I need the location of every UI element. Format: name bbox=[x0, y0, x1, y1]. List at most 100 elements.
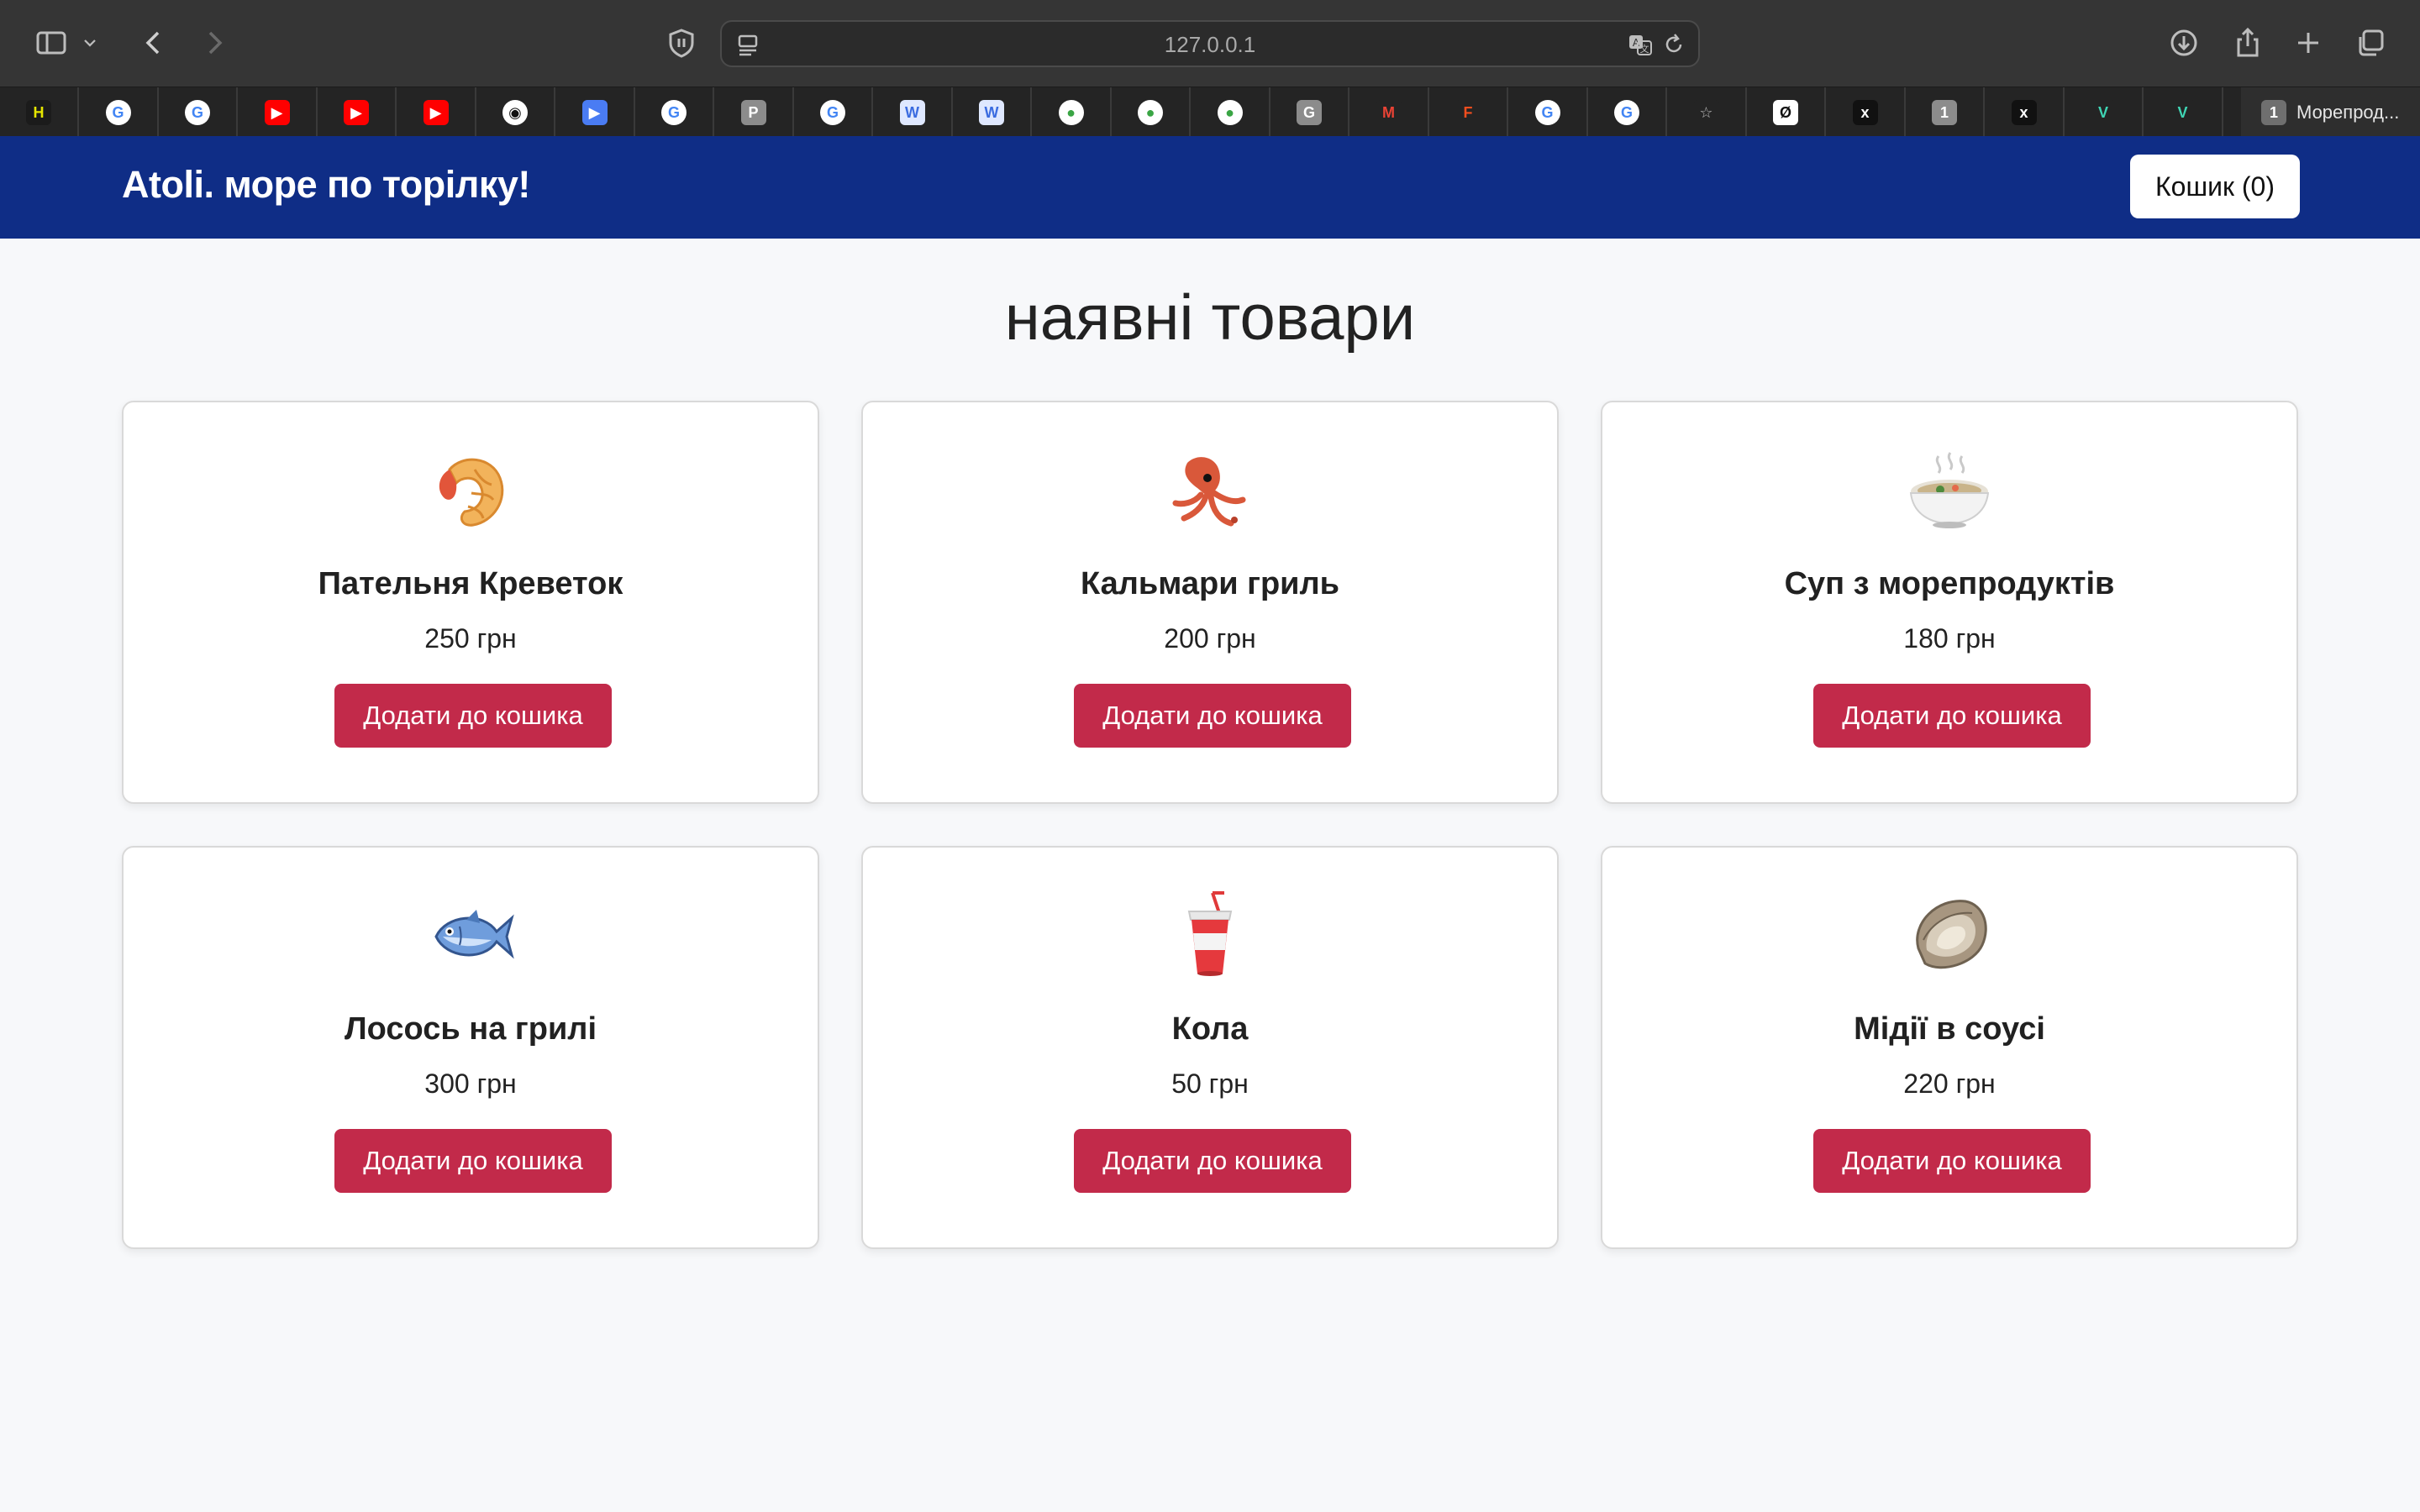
browser-tab[interactable]: ● bbox=[1112, 87, 1191, 137]
url-text[interactable]: 127.0.0.1 bbox=[722, 32, 1698, 58]
browser-tab[interactable]: V bbox=[2144, 87, 2223, 137]
product-name: Суп з морепродуктів bbox=[1784, 566, 2115, 601]
null-icon: Ø bbox=[1773, 99, 1798, 125]
shrimp-icon bbox=[124, 444, 818, 537]
sidebar-toggle-icon[interactable] bbox=[30, 22, 72, 64]
browser-tab[interactable]: G bbox=[80, 87, 159, 137]
svg-text:文: 文 bbox=[1640, 43, 1649, 55]
add-to-cart-button[interactable]: Додати до кошика bbox=[334, 684, 612, 748]
active-tab[interactable]: 1 Морепрод... bbox=[2241, 87, 2420, 137]
product-name: Мідії в соусі bbox=[1854, 1011, 2045, 1047]
product-price: 250 грн bbox=[424, 623, 517, 654]
browser-tab[interactable]: M bbox=[1350, 87, 1429, 137]
browser-tab[interactable]: W bbox=[953, 87, 1032, 137]
media-play-icon: ● bbox=[1138, 99, 1163, 125]
product-name: Кола bbox=[1171, 1011, 1249, 1047]
media-play-icon: ● bbox=[1058, 99, 1084, 125]
youtube-icon: ▶ bbox=[264, 99, 290, 125]
product-card: Мідії в соусі 220 грн Додати до кошика bbox=[1601, 846, 2298, 1249]
youtube-icon: ▶ bbox=[423, 99, 449, 125]
browser-tab[interactable]: ▶ bbox=[318, 87, 397, 137]
browser-tab[interactable]: W bbox=[874, 87, 953, 137]
browser-tab[interactable]: G bbox=[635, 87, 714, 137]
reload-icon[interactable] bbox=[1660, 30, 1688, 59]
browser-tab[interactable]: x bbox=[1827, 87, 1906, 137]
w-icon: W bbox=[979, 99, 1004, 125]
page-title: наявні товари bbox=[1004, 282, 1416, 354]
product-card: Кальмари гриль 200 грн Додати до кошика bbox=[861, 401, 1559, 804]
browser-tab[interactable]: ● bbox=[1192, 87, 1270, 137]
add-to-cart-button[interactable]: Додати до кошика bbox=[1074, 684, 1351, 748]
share-icon[interactable] bbox=[2227, 22, 2269, 64]
google-icon: G bbox=[185, 99, 210, 125]
soup-bowl-icon bbox=[1602, 444, 2296, 537]
google-icon: G bbox=[661, 99, 687, 125]
browser-tab[interactable]: ◉ bbox=[476, 87, 555, 137]
product-price: 300 грн bbox=[424, 1068, 517, 1099]
x-icon: x bbox=[1852, 99, 1878, 125]
google-icon: G bbox=[1534, 99, 1560, 125]
browser-tab[interactable]: G bbox=[1270, 87, 1349, 137]
browser-tab[interactable]: V bbox=[2065, 87, 2144, 137]
chevron-down-icon[interactable] bbox=[77, 22, 103, 64]
play-store-icon: ▶ bbox=[581, 99, 608, 125]
shield-icon[interactable] bbox=[660, 22, 702, 64]
browser-tab[interactable]: ☆ bbox=[1668, 87, 1747, 137]
product-name: Кальмари гриль bbox=[1080, 566, 1340, 601]
google-icon: G bbox=[105, 99, 131, 125]
tab-strip: H G G ▶ ▶ ▶ ◉ ▶ G P G W W ● ● ● G M F G G ☆ Øx 1 x V V 1 Морепрод... bbox=[0, 87, 2420, 137]
oyster-icon bbox=[1602, 890, 2296, 982]
cart-button[interactable]: Кошик (0) bbox=[2130, 155, 2300, 218]
browser-tab[interactable]: ▶ bbox=[397, 87, 476, 137]
active-tab-title: Морепрод... bbox=[2296, 101, 2400, 123]
g-gray-icon: G bbox=[1297, 99, 1322, 125]
product-card: Пательня Креветок 250 грн Додати до кошика bbox=[122, 401, 819, 804]
browser-tab[interactable]: ● bbox=[1033, 87, 1112, 137]
product-card: Кола 50 грн Додати до кошика bbox=[861, 846, 1559, 1249]
browser-tab[interactable]: P bbox=[715, 87, 794, 137]
youtube-icon: ▶ bbox=[344, 99, 369, 125]
browser-tab[interactable]: ▶ bbox=[239, 87, 318, 137]
add-to-cart-button[interactable]: Додати до кошика bbox=[1813, 1129, 2091, 1193]
google-icon: G bbox=[820, 99, 845, 125]
new-tab-icon[interactable] bbox=[2287, 22, 2329, 64]
one-icon: 1 bbox=[1932, 99, 1957, 125]
address-bar[interactable]: 127.0.0.1 A文 bbox=[720, 20, 1700, 67]
product-price: 180 грн bbox=[1903, 623, 1996, 654]
add-to-cart-button[interactable]: Додати до кошика bbox=[334, 1129, 612, 1193]
v-icon: V bbox=[2091, 99, 2116, 125]
back-arrow-icon[interactable] bbox=[133, 22, 175, 64]
browser-tab[interactable]: G bbox=[159, 87, 238, 137]
forward-arrow-icon[interactable] bbox=[193, 22, 235, 64]
browser-tab[interactable]: 1 bbox=[1906, 87, 1985, 137]
fish-icon bbox=[124, 890, 818, 982]
product-price: 220 грн bbox=[1903, 1068, 1996, 1099]
tab-overview-icon[interactable] bbox=[2349, 22, 2391, 64]
browser-tab[interactable]: ▶ bbox=[556, 87, 635, 137]
star-icon: ☆ bbox=[1693, 99, 1719, 125]
add-to-cart-button[interactable]: Додати до кошика bbox=[1074, 1129, 1351, 1193]
browser-tab[interactable]: H bbox=[0, 87, 79, 137]
v-icon: V bbox=[2170, 99, 2196, 125]
browser-tab[interactable]: x bbox=[1986, 87, 2065, 137]
github-icon: ◉ bbox=[502, 99, 528, 125]
product-name: Лосось на грилі bbox=[344, 1011, 597, 1047]
squid-icon bbox=[863, 444, 1557, 537]
product-price: 200 грн bbox=[1164, 623, 1256, 654]
browser-tab[interactable]: G bbox=[1588, 87, 1667, 137]
media-play-icon: ● bbox=[1217, 99, 1243, 125]
add-to-cart-button[interactable]: Додати до кошика bbox=[1813, 684, 2091, 748]
brand-title[interactable]: Atoli. море по торілку! bbox=[122, 163, 530, 207]
cola-cup-icon bbox=[863, 890, 1557, 982]
product-price: 50 грн bbox=[1171, 1068, 1249, 1099]
browser-tab[interactable]: G bbox=[794, 87, 873, 137]
tab-badge-icon: 1 bbox=[2261, 99, 2286, 125]
download-icon[interactable] bbox=[2163, 22, 2205, 64]
translate-icon[interactable]: A文 bbox=[1626, 30, 1655, 59]
browser-tab[interactable]: F bbox=[1429, 87, 1508, 137]
hornet-icon: H bbox=[26, 99, 51, 125]
browser-tab[interactable]: Ø bbox=[1747, 87, 1826, 137]
product-name: Пательня Креветок bbox=[318, 566, 623, 601]
x-icon: x bbox=[2011, 99, 2037, 125]
browser-tab[interactable]: G bbox=[1509, 87, 1588, 137]
